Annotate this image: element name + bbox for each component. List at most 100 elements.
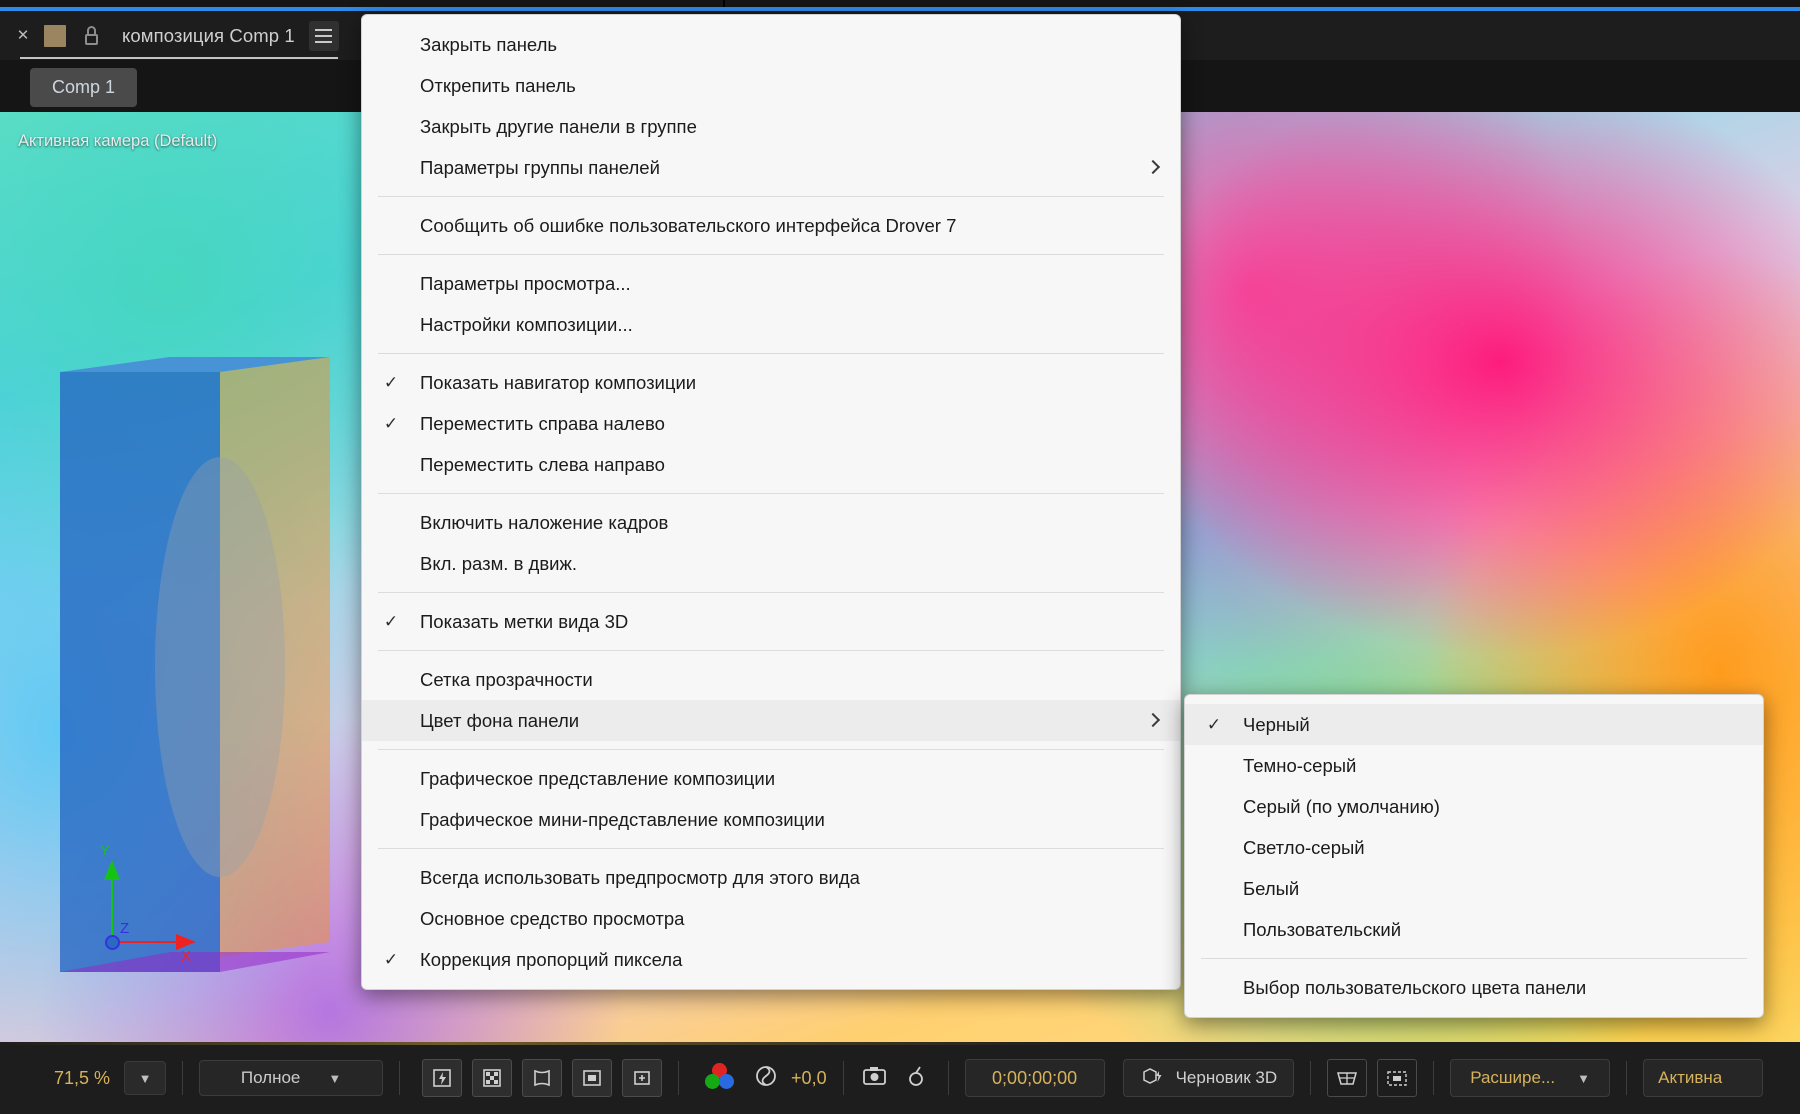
checkmark-icon: ✓	[383, 611, 399, 631]
draft-3d-icon	[1140, 1065, 1164, 1092]
menu-item[interactable]: Графическое представление композиции	[362, 758, 1180, 799]
menu-item[interactable]: ✓ Коррекция пропорций пиксела	[362, 939, 1180, 980]
toolbar-divider	[1433, 1061, 1435, 1095]
chevron-right-icon	[1146, 160, 1162, 176]
menu-item[interactable]: Цвет фона панели	[362, 700, 1180, 741]
menu-item[interactable]: Открепить панель	[362, 65, 1180, 106]
menu-item[interactable]: ✓ Показать навигатор композиции	[362, 362, 1180, 403]
menu-item[interactable]: Светло-серый	[1185, 827, 1763, 868]
draft-3d-button[interactable]: Черновик 3D	[1122, 1059, 1295, 1097]
resolution-select[interactable]: Полное ▼	[199, 1060, 384, 1096]
menu-item[interactable]: Параметры просмотра...	[362, 263, 1180, 304]
region-icon[interactable]	[1377, 1059, 1418, 1097]
menu-separator	[378, 493, 1164, 494]
menu-separator	[378, 196, 1164, 197]
menu-item[interactable]: Графическое мини-представление композици…	[362, 799, 1180, 840]
menu-item-label: Параметры просмотра...	[420, 272, 631, 294]
menu-item-label: Графическое мини-представление композици…	[420, 808, 825, 830]
menu-item[interactable]: Выбор пользовательского цвета панели	[1185, 967, 1763, 1008]
menu-item-label: Пользовательский	[1243, 918, 1402, 940]
menu-item-label: Выбор пользовательского цвета панели	[1243, 976, 1587, 998]
menu-item[interactable]: ✓ Черный	[1185, 704, 1763, 745]
menu-separator	[1201, 958, 1747, 959]
axis-y-line	[111, 870, 113, 942]
menu-item-label: Переместить справа налево	[420, 412, 665, 434]
menu-item[interactable]: Сетка прозрачности	[362, 659, 1180, 700]
menu-separator	[378, 592, 1164, 593]
toolbar-divider	[842, 1061, 844, 1095]
menu-item-label: Закрыть другие панели в группе	[420, 115, 697, 137]
camera-snapshot-icon[interactable]	[860, 1063, 890, 1094]
transparency-grid-icon[interactable]	[472, 1059, 513, 1097]
region-of-interest-icon[interactable]	[572, 1059, 613, 1097]
lock-icon[interactable]	[84, 25, 100, 46]
close-icon[interactable]: ✕	[14, 27, 32, 45]
toolbar-divider	[678, 1061, 680, 1095]
menu-item-label: Сообщить об ошибке пользовательского инт…	[420, 214, 957, 236]
menu-item-label: Светло-серый	[1243, 836, 1365, 858]
exposure-icon[interactable]	[753, 1063, 779, 1094]
camera-view-select[interactable]: Активна	[1643, 1059, 1764, 1097]
rgb-channels-icon[interactable]	[705, 1063, 735, 1093]
menu-item[interactable]: Сообщить об ошибке пользовательского инт…	[362, 205, 1180, 246]
menu-item[interactable]: Всегда использовать предпросмотр для это…	[362, 857, 1180, 898]
menu-item[interactable]: Пользовательский	[1185, 909, 1763, 950]
menu-item-label: Белый	[1243, 877, 1300, 899]
toolbar-divider	[1626, 1061, 1628, 1095]
panel-title-underline	[20, 57, 338, 59]
menu-item[interactable]: ✓ Переместить справа налево	[362, 403, 1180, 444]
chevron-right-icon	[1146, 713, 1162, 729]
menu-item-label: Показать метки вида 3D	[420, 610, 629, 632]
resolution-value: Полное	[240, 1068, 301, 1087]
checkmark-icon: ✓	[383, 372, 399, 392]
menu-item-label: Черный	[1243, 713, 1310, 735]
panel-background-color-submenu[interactable]: ✓ Черный Темно-серый Серый (по умолчанию) Св…	[1184, 694, 1764, 1018]
menu-separator	[378, 749, 1164, 750]
menu-item-label: Всегда использовать предпросмотр для это…	[420, 866, 860, 888]
menu-item-label: Открепить панель	[420, 74, 576, 96]
mask-path-icon[interactable]	[522, 1059, 563, 1097]
timecode-field[interactable]: 0;00;00;00	[964, 1059, 1105, 1097]
menu-item[interactable]: Параметры группы панелей	[362, 147, 1180, 188]
fast-preview-icon[interactable]	[422, 1059, 463, 1097]
axis-z-label: Z	[120, 920, 130, 937]
checkmark-icon: ✓	[383, 949, 399, 969]
menu-item-label: Основное средство просмотра	[420, 907, 685, 929]
menu-item[interactable]: Основное средство просмотра	[362, 898, 1180, 939]
hamburger-menu-icon[interactable]	[308, 20, 339, 51]
panel-seam	[723, 0, 725, 7]
camera-label: Активная камера (Default)	[18, 132, 218, 150]
menu-item-label: Серый (по умолчанию)	[1243, 795, 1440, 817]
window-chrome-strip	[0, 0, 1800, 7]
menu-item[interactable]: Настройки композиции...	[362, 304, 1180, 345]
view-layout-select[interactable]: Расшире... ▼	[1450, 1059, 1611, 1097]
viewer-toggle-group	[422, 1059, 663, 1097]
menu-separator	[378, 650, 1164, 651]
grid-guides-icon[interactable]	[1327, 1059, 1368, 1097]
axis-y-label: Y	[100, 842, 111, 859]
toggle-masks-icon[interactable]	[622, 1059, 663, 1097]
menu-item[interactable]: Белый	[1185, 868, 1763, 909]
menu-item-label: Параметры группы панелей	[420, 156, 660, 178]
menu-item-label: Вкл. разм. в движ.	[420, 552, 578, 574]
menu-item[interactable]: Темно-серый	[1185, 745, 1763, 786]
zoom-chevron-down-icon[interactable]: ▼	[124, 1061, 167, 1095]
draft-3d-label: Черновик 3D	[1175, 1068, 1278, 1087]
menu-item[interactable]: Включить наложение кадров	[362, 502, 1180, 543]
menu-item[interactable]: Закрыть другие панели в группе	[362, 106, 1180, 147]
menu-item[interactable]: ✓ Показать метки вида 3D	[362, 601, 1180, 642]
menu-separator	[378, 254, 1164, 255]
panel-context-menu[interactable]: Закрыть панель Открепить панель Закрыть др…	[361, 14, 1181, 990]
show-snapshot-icon[interactable]	[904, 1063, 932, 1094]
menu-item[interactable]: Серый (по умолчанию)	[1185, 786, 1763, 827]
menu-item[interactable]: Закрыть панель	[362, 24, 1180, 65]
toolbar-divider	[182, 1061, 184, 1095]
zoom-level-value[interactable]: 71,5 %	[54, 1068, 110, 1089]
color-swatch-icon[interactable]	[44, 24, 66, 47]
toolbar-accent-line	[0, 1042, 1800, 1045]
menu-item[interactable]: Вкл. разм. в движ.	[362, 543, 1180, 584]
menu-item[interactable]: Переместить слева направо	[362, 444, 1180, 485]
exposure-value[interactable]: +0,0	[791, 1068, 827, 1089]
checkmark-icon: ✓	[383, 413, 399, 433]
tab-comp-1[interactable]: Comp 1	[30, 68, 138, 107]
